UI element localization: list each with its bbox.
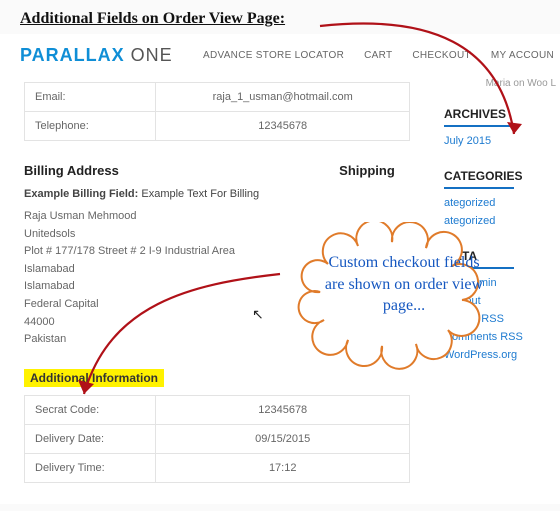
- delivery-time-label: Delivery Time:: [25, 453, 156, 482]
- addr-line: 44000: [24, 314, 259, 332]
- addr-line: Plot # 177/178 Street # 2 I-9 Industrial…: [24, 243, 259, 261]
- top-nav: PARALLAX ONE ADVANCE STORE LOCATOR CART …: [0, 34, 560, 76]
- nav-my-account[interactable]: MY ACCOUN: [491, 50, 554, 61]
- table-row: Email: raja_1_usman@hotmail.com: [25, 83, 410, 112]
- table-row: Telephone: 12345678: [25, 112, 410, 141]
- table-row: Delivery Date: 09/15/2015: [25, 424, 410, 453]
- sidebar: Maria on Woo L ARCHIVES July 2015 CATEGO…: [444, 76, 560, 497]
- addr-line: Fed: [339, 284, 395, 302]
- nav-checkout[interactable]: CHECKOUT: [412, 50, 471, 61]
- addr-line: Unitedsols: [24, 226, 259, 244]
- addr-line: Pakistan: [24, 331, 259, 349]
- meta-link-admin[interactable]: Site Admin: [444, 277, 560, 289]
- table-row: Secrat Code: 12345678: [25, 395, 410, 424]
- address-row: Billing Address Example Billing Field: E…: [24, 155, 444, 349]
- divider: [444, 187, 514, 189]
- meta-link-logout[interactable]: Log out: [444, 295, 560, 307]
- shipping-address: Shipping Fed Pakist: [339, 155, 395, 349]
- nav-links: ADVANCE STORE LOCATOR CART CHECKOUT MY A…: [203, 50, 560, 61]
- additional-info-table: Secrat Code: 12345678 Delivery Date: 09/…: [24, 395, 410, 483]
- divider: [444, 267, 514, 269]
- delivery-date-value: 09/15/2015: [156, 424, 410, 453]
- telephone-value: 12345678: [156, 112, 410, 141]
- billing-custom-field: Example Billing Field: Example Text For …: [24, 188, 259, 200]
- site-logo[interactable]: PARALLAX ONE: [0, 45, 173, 66]
- secret-code-label: Secrat Code:: [25, 395, 156, 424]
- archives-heading: ARCHIVES: [444, 107, 560, 121]
- logo-suffix: ONE: [125, 45, 173, 65]
- addr-line: Islamabad: [24, 278, 259, 296]
- email-value: raja_1_usman@hotmail.com: [156, 83, 410, 112]
- billing-lines: Raja Usman Mehmood Unitedsols Plot # 177…: [24, 208, 259, 349]
- addr-line: Pakist: [339, 302, 395, 320]
- additional-info-heading: Additional Information: [24, 369, 164, 387]
- divider: [444, 125, 514, 127]
- nav-store-locator[interactable]: ADVANCE STORE LOCATOR: [203, 50, 344, 61]
- content-row: Email: raja_1_usman@hotmail.com Telephon…: [0, 76, 560, 497]
- logo-brand: PARALLAX: [20, 45, 125, 65]
- categories-heading: CATEGORIES: [444, 169, 560, 183]
- meta-link-comments[interactable]: Comments RSS: [444, 331, 560, 343]
- contact-table: Email: raja_1_usman@hotmail.com Telephon…: [24, 82, 410, 141]
- recent-comment: Maria on Woo L: [444, 78, 560, 89]
- page: PARALLAX ONE ADVANCE STORE LOCATOR CART …: [0, 34, 560, 504]
- category-link[interactable]: ategorized: [444, 215, 560, 227]
- addr-line: Federal Capital: [24, 296, 259, 314]
- category-link[interactable]: ategorized: [444, 197, 560, 209]
- annotation-heading: Additional Fields on Order View Page:: [0, 0, 560, 34]
- billing-custom-label: Example Billing Field:: [24, 188, 138, 200]
- meta-heading: META: [444, 249, 560, 263]
- meta-link-entries[interactable]: Entries RSS: [444, 313, 560, 325]
- billing-title: Billing Address: [24, 163, 259, 178]
- main-column: Email: raja_1_usman@hotmail.com Telephon…: [0, 76, 444, 497]
- meta-link-wp[interactable]: WordPress.org: [444, 349, 560, 361]
- billing-custom-value: Example Text For Billing: [141, 188, 259, 200]
- annotation-heading-text: Additional Fields on Order View Page:: [20, 10, 285, 27]
- addr-line: Islamabad: [24, 261, 259, 279]
- shipping-title: Shipping: [339, 163, 395, 178]
- table-row: Delivery Time: 17:12: [25, 453, 410, 482]
- shipping-lines: Fed Pakist: [339, 284, 395, 319]
- nav-cart[interactable]: CART: [364, 50, 392, 61]
- delivery-time-value: 17:12: [156, 453, 410, 482]
- billing-address: Billing Address Example Billing Field: E…: [24, 155, 259, 349]
- delivery-date-label: Delivery Date:: [25, 424, 156, 453]
- email-label: Email:: [25, 83, 156, 112]
- archive-link[interactable]: July 2015: [444, 135, 560, 147]
- secret-code-value: 12345678: [156, 395, 410, 424]
- addr-line: Raja Usman Mehmood: [24, 208, 259, 226]
- telephone-label: Telephone:: [25, 112, 156, 141]
